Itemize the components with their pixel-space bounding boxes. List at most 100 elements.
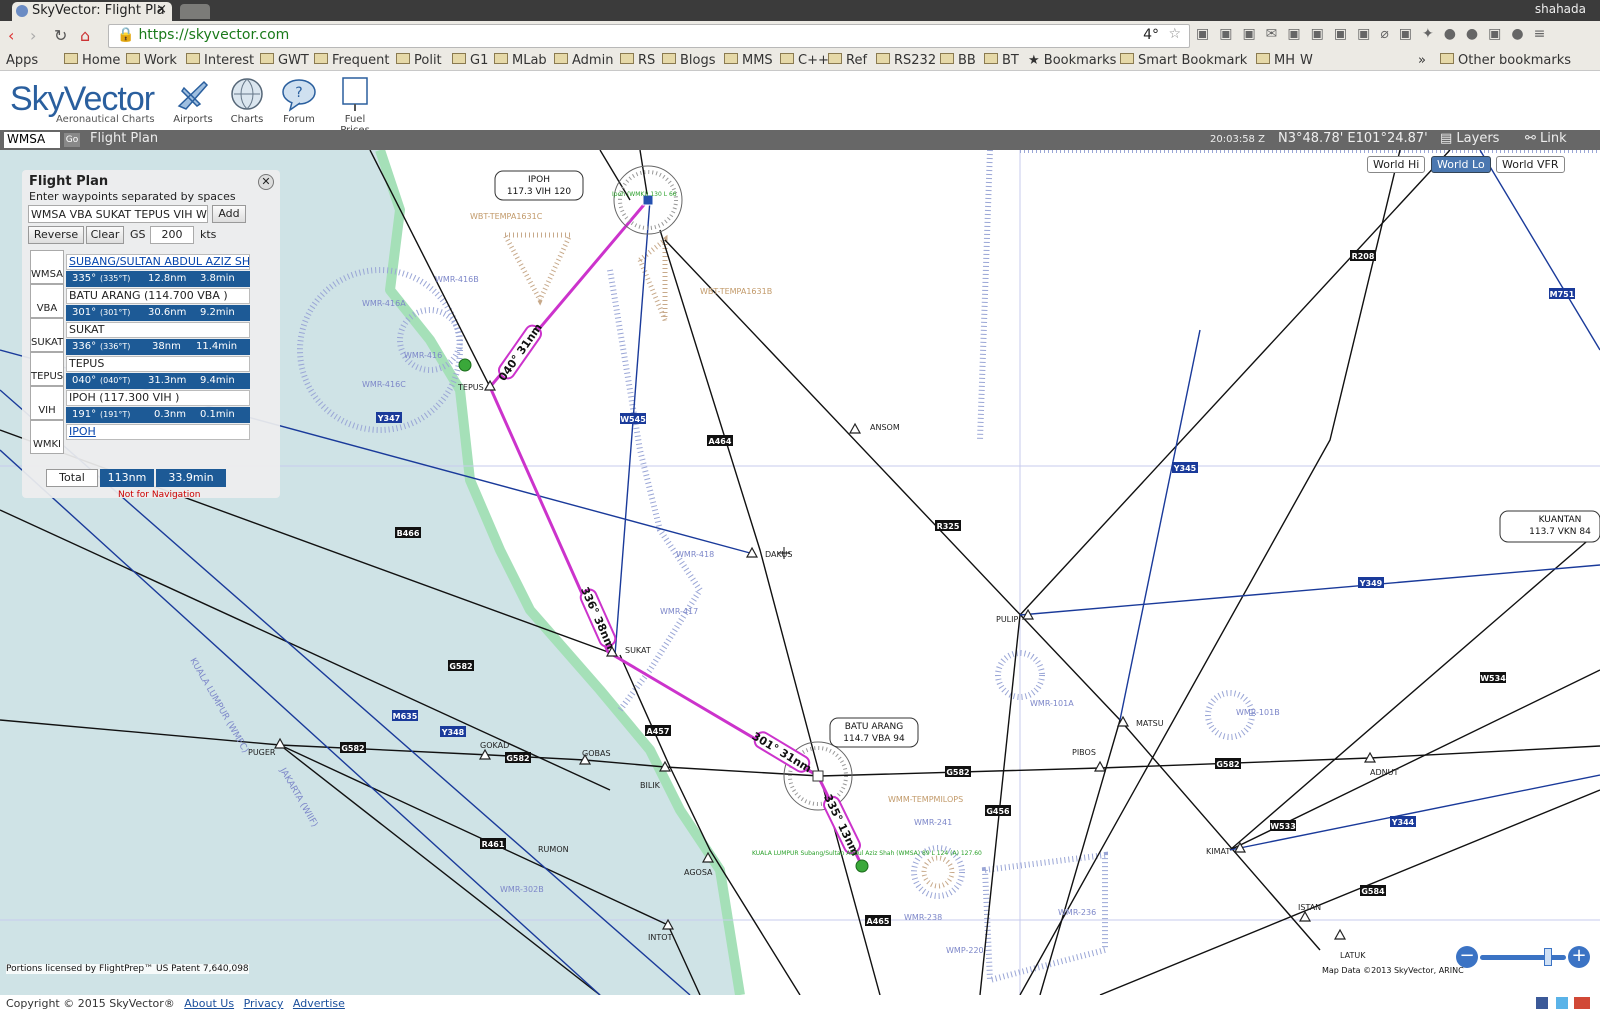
fix-label-matsu: MATSU [1136, 719, 1164, 728]
bookmark-cpp[interactable]: C++ [780, 53, 829, 68]
star-icon[interactable]: ☆ [1168, 26, 1181, 42]
bookmark-home[interactable]: Home [64, 53, 120, 68]
layers-button[interactable]: ▤ Layers [1440, 131, 1499, 146]
waypoint-tepus-name[interactable]: TEPUS [66, 356, 250, 372]
gs-unit: kts [200, 228, 217, 241]
map-type-world-lo[interactable]: World Lo [1431, 156, 1491, 173]
airway-label-a464: A464 [707, 435, 733, 446]
waypoint-wmki-name[interactable]: IPOH [66, 424, 250, 440]
bookmark-gwt[interactable]: GWT [260, 53, 309, 68]
waypoint-sukat-icon[interactable]: SUKAT [30, 318, 64, 352]
svg-text:335° 13nm: 335° 13nm [821, 792, 862, 858]
zoom-control[interactable]: − + [1456, 946, 1592, 968]
zoom-slider-handle[interactable] [1544, 948, 1552, 966]
temperature: 4° [1143, 27, 1159, 43]
bookmark-smart[interactable]: Smart Bookmark [1120, 53, 1252, 68]
nav-forum[interactable]: ? Forum [274, 76, 324, 125]
fix-label-tepus: TEPUS [457, 383, 484, 392]
waypoint-vba-name[interactable]: BATU ARANG (114.700 VBA ) [66, 288, 250, 304]
waypoint-wmki-icon[interactable]: WMKI [30, 420, 64, 454]
airport-search-input[interactable]: WMSA [4, 132, 60, 148]
speech-bubble-icon: ? [282, 79, 316, 112]
waypoint-tepus-icon[interactable]: TEPUS [30, 352, 64, 386]
bookmark-mlab[interactable]: MLab [494, 53, 547, 68]
close-icon[interactable]: ✕ [258, 174, 274, 190]
bookmark-w[interactable]: W [1300, 53, 1313, 68]
reload-icon[interactable]: ↻ [54, 26, 67, 45]
bookmark-blogs[interactable]: Blogs [662, 53, 716, 68]
address-bar-row: ‹ › ↻ ⌂ 🔒 https://skyvector.com 4° ☆ ▣▣▣✉… [0, 21, 1600, 51]
nav-airports[interactable]: Airports [168, 76, 218, 125]
bookmark-other[interactable]: Other bookmarks [1440, 53, 1571, 68]
flight-plan-total: Total 113nm 33.9min [46, 469, 226, 487]
airway-label-y347: Y347 [376, 412, 402, 423]
airway-label-r467: G582 [448, 660, 474, 671]
svg-text:Y349: Y349 [1359, 579, 1383, 588]
bookmark-bb[interactable]: BB [940, 53, 976, 68]
bookmark-bt[interactable]: BT [984, 53, 1019, 68]
link-button[interactable]: ⚯ Link [1525, 131, 1567, 146]
bookmark-interest[interactable]: Interest [186, 53, 254, 68]
bookmarks-overflow[interactable]: » [1418, 53, 1426, 68]
privacy-link[interactable]: Privacy [244, 997, 284, 1010]
airspace-label-wmr416a: WMR-416A [362, 299, 406, 308]
waypoint-sukat-name[interactable]: SUKAT [66, 322, 250, 338]
fix-istan-icon [1298, 910, 1312, 922]
bookmark-admin[interactable]: Admin [554, 53, 613, 68]
waypoint-vih-name[interactable]: IPOH (117.300 VIH ) [66, 390, 250, 406]
bookmark-polit[interactable]: Polit [396, 53, 442, 68]
flight-plan-panel: Flight Plan Enter waypoints separated by… [22, 170, 280, 500]
browser-tab[interactable]: SkyVector: Flight Pla × [12, 2, 172, 21]
airspace-label-wmm-tempmilops: WMM-TEMPMILOPS [888, 795, 963, 804]
bookmark-rs[interactable]: RS [620, 53, 655, 68]
add-button[interactable]: Add [212, 205, 246, 223]
flight-plan-title: Flight Plan [29, 174, 109, 189]
svg-text:G584: G584 [1361, 887, 1385, 896]
bookmark-rs232[interactable]: RS232 [876, 53, 936, 68]
reverse-button[interactable]: Reverse [28, 226, 84, 244]
back-icon[interactable]: ‹ [8, 26, 14, 45]
map-type-world-vfr[interactable]: World VFR [1496, 156, 1565, 173]
twitter-icon[interactable] [1556, 997, 1568, 1009]
home-icon[interactable]: ⌂ [80, 26, 90, 45]
bookmark-mms[interactable]: MMS [724, 53, 773, 68]
waypoint-wmsa-icon[interactable]: WMSA [30, 250, 64, 284]
chart-map[interactable]: TEPUS SUKAT DAKUS ANSOM PULIP MATSU PIBO… [0, 150, 1600, 995]
extension-icons[interactable]: ▣▣▣✉▣▣▣▣⌀▣✦●●▣●≡ [1196, 26, 1600, 46]
clear-button[interactable]: Clear [86, 226, 124, 244]
bookmark-apps[interactable]: Apps [6, 53, 38, 68]
url-input[interactable]: 🔒 https://skyvector.com 4° ☆ [108, 24, 1190, 48]
about-us-link[interactable]: About Us [184, 997, 234, 1010]
airway-label-g582-1: G582 [340, 742, 366, 753]
map-type-world-hi[interactable]: World Hi [1367, 156, 1426, 173]
airway-a464 [659, 229, 821, 777]
user-name[interactable]: shahada [1535, 2, 1586, 16]
zoom-in-button[interactable]: + [1568, 946, 1590, 968]
bookmark-work[interactable]: Work [126, 53, 177, 68]
waypoint-vih-icon[interactable]: VIH [30, 386, 64, 420]
not-for-navigation-warning: Not for Navigation [118, 490, 201, 500]
waypoint-vba-icon[interactable]: VBA [30, 284, 64, 318]
facebook-icon[interactable] [1536, 997, 1548, 1009]
advertise-link[interactable]: Advertise [293, 997, 345, 1010]
nav-fuel-prices[interactable]: Fuel Prices [330, 76, 380, 136]
leg-2: 301° (301°T) 30.6nm 9.2min [66, 305, 250, 321]
zoom-out-button[interactable]: − [1456, 946, 1478, 968]
ground-speed-input[interactable]: 200 [150, 226, 194, 244]
google-plus-icon[interactable] [1574, 997, 1590, 1009]
tab-close-icon[interactable]: × [156, 2, 167, 17]
route-label-leg4: 040° 31nm [496, 321, 545, 383]
go-button[interactable]: Go [64, 133, 80, 147]
bookmark-ref[interactable]: Ref [828, 53, 867, 68]
forward-icon[interactable]: › [30, 26, 36, 45]
new-tab-button[interactable] [180, 4, 210, 19]
route-input[interactable]: WMSA VBA SUKAT TEPUS VIH W [28, 205, 208, 223]
bookmark-mh[interactable]: MH [1256, 53, 1295, 68]
zoom-slider-track[interactable] [1480, 955, 1566, 960]
nav-charts[interactable]: Charts [222, 76, 272, 125]
bookmark-g1[interactable]: G1 [452, 53, 488, 68]
waypoint-wmsa-name[interactable]: SUBANG/SULTAN ABDUL AZIZ SHA [66, 254, 250, 270]
bookmark-frequent[interactable]: Frequent [314, 53, 389, 68]
flight-plan-tab[interactable]: Flight Plan [90, 131, 158, 146]
bookmark-bookmarks[interactable]: ★ Bookmarks [1028, 53, 1116, 68]
